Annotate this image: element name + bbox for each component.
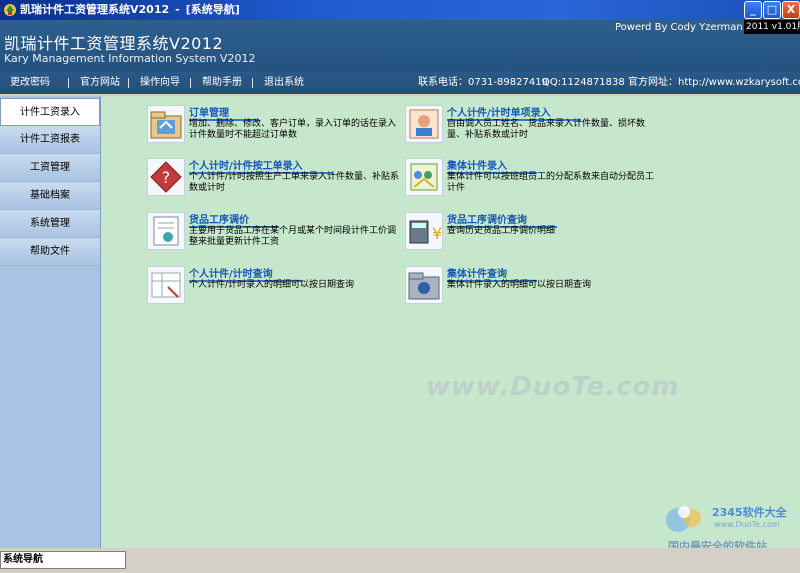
card-description: 主要用于货品工序在某个月或某个时间段计件工价调整来批量更新计件工资 xyxy=(189,226,397,247)
sidebar-item-help-files[interactable]: 帮助文件 xyxy=(0,238,100,266)
minimize-button[interactable]: _ xyxy=(744,1,762,19)
sidebar-item-piece-wage-entry[interactable]: 计件工资录入 xyxy=(0,98,100,126)
powered-by: Powerd By Cody Yzerman xyxy=(615,22,743,33)
contact-qq: QQ:1124871838 xyxy=(542,77,625,88)
svg-text:¥: ¥ xyxy=(432,224,442,243)
question-icon[interactable]: ? xyxy=(147,158,185,196)
brand-logo-icon xyxy=(662,502,706,536)
menu-divider xyxy=(128,78,129,88)
svg-text:?: ? xyxy=(162,168,171,187)
watermark: www.DuoTe.com xyxy=(426,372,680,402)
card-description: 查询历史货品工序调价明细 xyxy=(447,226,556,236)
card-order-management[interactable]: 订单管理 增加、删除、修改、客户订单，录入订单的话在录入计件数量时不能超过订单数 xyxy=(147,105,407,149)
version-badge: 2011 v1.01版 xyxy=(744,20,800,34)
card-description: 增加、删除、修改、客户订单，录入订单的话在录入计件数量时不能超过订单数 xyxy=(189,119,397,140)
menu-divider xyxy=(190,78,191,88)
menu-official-site[interactable]: 官方网站 xyxy=(80,72,120,94)
brand-name: 2345软件大全 xyxy=(712,506,787,519)
window-title: 凯瑞计件工资管理系统V2012- [系统导航] xyxy=(20,3,240,16)
sidebar-item-piece-wage-report[interactable]: 计件工资报表 xyxy=(0,126,100,154)
sidebar-item-wage-management[interactable]: 工资管理 xyxy=(0,154,100,182)
app-subtitle: Kary Management Information System V2012 xyxy=(4,52,256,65)
app-title: 凯瑞计件工资管理系统V2012 xyxy=(4,34,224,53)
card-description: 个人计件/计时按照生产工单来录入计件数量、补贴系数或计时 xyxy=(189,172,400,193)
group-entry-icon[interactable] xyxy=(405,158,443,196)
menu-exit[interactable]: 退出系统 xyxy=(264,72,304,94)
card-person-query[interactable]: 个人计件/计时查询 个人计件/计时录入的明细可以按日期查询 xyxy=(147,266,407,310)
menu-change-password[interactable]: 更改密码 xyxy=(10,72,50,94)
card-person-entry[interactable]: 个人计件/计时单项录入 自由调入员工姓名、货品来录入计件数量、损坏数量、补贴系数… xyxy=(405,105,665,149)
menu-bar: 更改密码 官方网站 操作向导 帮助手册 退出系统 联系电话：0731-89827… xyxy=(0,72,800,94)
menu-guide[interactable]: 操作向导 xyxy=(140,72,180,94)
sidebar: 计件工资录入 计件工资报表 工资管理 基础档案 系统管理 帮助文件 xyxy=(0,96,101,548)
brand-watermark: 2345软件大全 www.DuoTe.com 国内最安全的软件站 xyxy=(662,498,798,553)
group-query-icon[interactable] xyxy=(405,266,443,304)
card-description: 集体计件可以按班组员工的分配系数来自动分配员工计件 xyxy=(447,172,655,193)
window-titlebar[interactable]: 凯瑞计件工资管理系统V2012- [系统导航] _ □ X xyxy=(0,0,800,20)
brand-url: www.DuoTe.com xyxy=(714,520,780,529)
contact-phone: 联系电话：0731-89827419 xyxy=(418,77,548,88)
main-content: 订单管理 增加、删除、修改、客户订单，录入订单的话在录入计件数量时不能超过订单数… xyxy=(101,96,800,548)
app-banner: 凯瑞计件工资管理系统V2012 Kary Management Informat… xyxy=(0,20,800,72)
card-price-adjust[interactable]: 货品工序调价 主要用于货品工序在某个月或某个时间段计件工价调整来批量更新计件工资 xyxy=(147,212,407,256)
price-query-icon[interactable]: ¥ xyxy=(405,212,443,250)
status-bar: 系统导航 xyxy=(0,548,800,573)
close-button[interactable]: X xyxy=(782,1,800,19)
card-group-entry[interactable]: 集体计件录入 集体计件可以按班组员工的分配系数来自动分配员工计件 xyxy=(405,158,665,202)
sidebar-item-basic-records[interactable]: 基础档案 xyxy=(0,182,100,210)
menu-help-manual[interactable]: 帮助手册 xyxy=(202,72,242,94)
card-description: 集体计件录入的明细可以按日期查询 xyxy=(447,280,592,290)
card-description: 个人计件/计时录入的明细可以按日期查询 xyxy=(189,280,355,290)
card-group-query[interactable]: 集体计件查询 集体计件录入的明细可以按日期查询 xyxy=(405,266,665,310)
status-text: 系统导航 xyxy=(0,551,126,569)
official-website: 官方网址：http://www.wzkarysoft.com xyxy=(628,77,800,88)
card-price-query[interactable]: ¥ 货品工序调价查询 查询历史货品工序调价明细 xyxy=(405,212,665,256)
app-icon xyxy=(2,2,18,18)
sidebar-item-system-management[interactable]: 系统管理 xyxy=(0,210,100,238)
card-person-workorder-entry[interactable]: ? 个人计时/计件按工单录入 个人计件/计时按照生产工单来录入计件数量、补贴系数… xyxy=(147,158,407,202)
menu-divider xyxy=(252,78,253,88)
card-description: 自由调入员工姓名、货品来录入计件数量、损坏数量、补贴系数或计时 xyxy=(447,119,646,140)
order-icon[interactable] xyxy=(147,105,185,143)
menu-divider xyxy=(68,78,69,88)
person-entry-icon[interactable] xyxy=(405,105,443,143)
price-adjust-icon[interactable] xyxy=(147,212,185,250)
maximize-button[interactable]: □ xyxy=(763,1,781,19)
person-query-icon[interactable] xyxy=(147,266,185,304)
